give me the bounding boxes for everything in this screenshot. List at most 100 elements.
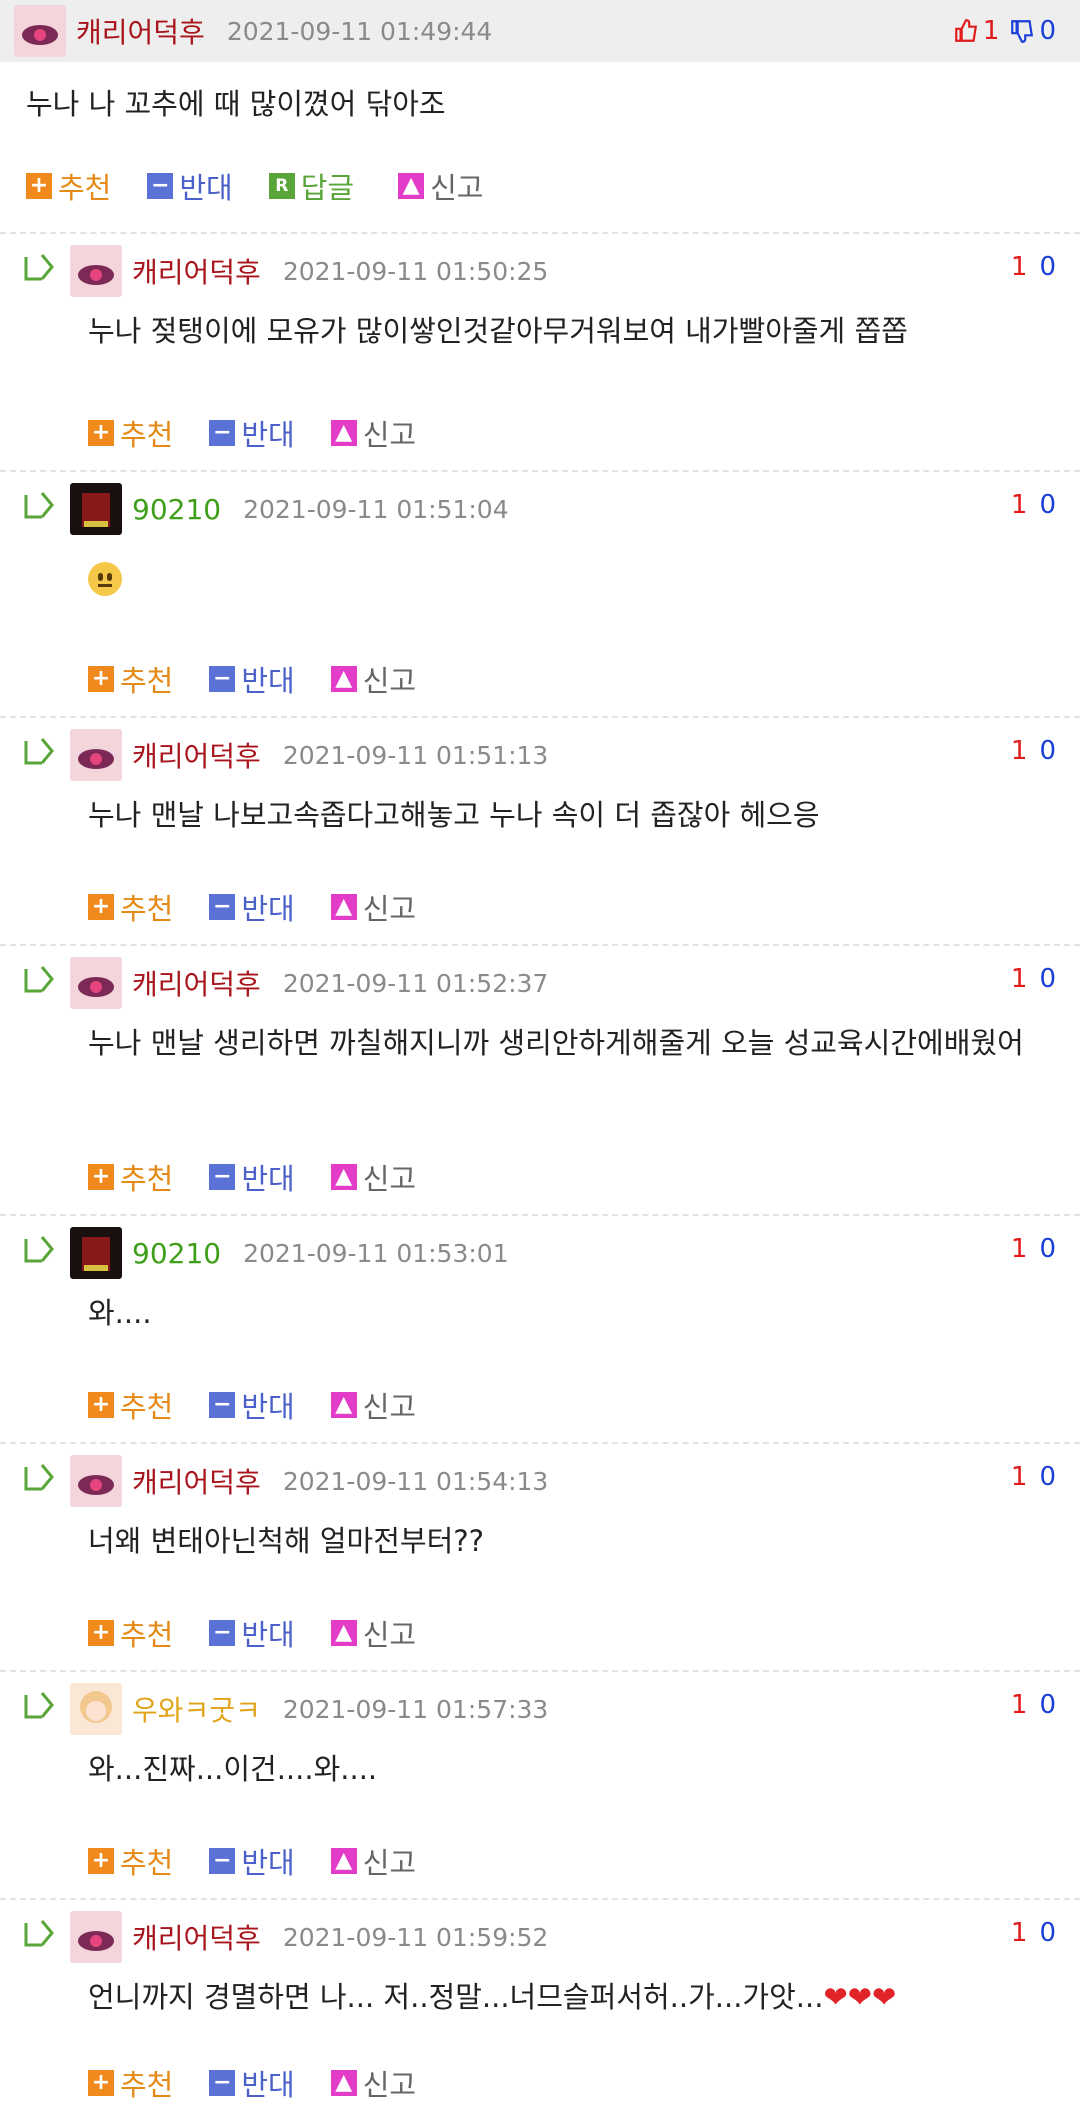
recommend-label: 추천: [120, 2068, 174, 2102]
thumbs-down-icon[interactable]: [1009, 18, 1035, 44]
comment-header: 캐리어덕후 2021-09-11 01:50:25 10: [0, 234, 1080, 308]
comment-up-count[interactable]: 1: [1011, 490, 1028, 520]
recommend-button[interactable]: + 추천: [88, 1156, 173, 1198]
comment-nickname[interactable]: 캐리어덕후: [132, 735, 261, 775]
comment-down-count[interactable]: 0: [1039, 1918, 1056, 1948]
oppose-label: 반대: [241, 664, 295, 698]
report-button[interactable]: ▲ 신고: [330, 1612, 416, 1654]
recommend-label: 추천: [120, 418, 174, 452]
avatar[interactable]: [70, 729, 122, 781]
report-button[interactable]: ▲ 신고: [330, 412, 417, 454]
comment-votes: 10: [1011, 490, 1056, 520]
avatar[interactable]: [70, 1911, 122, 1963]
report-button[interactable]: ▲ 신고: [330, 658, 417, 700]
oppose-button[interactable]: − 반대: [209, 2062, 295, 2104]
oppose-button[interactable]: − 반대: [209, 1612, 295, 1654]
report-label: 신고: [362, 892, 417, 926]
recommend-button[interactable]: + 추천: [88, 1384, 173, 1426]
comment-actions: + 추천 − 반대 ▲ 신고: [0, 1824, 1080, 1898]
comment-header: 캐리어덕후 2021-09-11 01:54:13 10: [0, 1444, 1080, 1518]
comment-up-count[interactable]: 1: [1011, 1690, 1028, 1720]
oppose-button[interactable]: − 반대: [209, 412, 295, 454]
report-label: 신고: [362, 664, 417, 698]
avatar[interactable]: [14, 5, 66, 57]
report-label: 신고: [362, 418, 417, 452]
oppose-button[interactable]: − 반대: [209, 886, 295, 928]
comment-nickname[interactable]: 캐리어덕후: [132, 251, 261, 291]
comment-date: 2021-09-11 01:52:37: [282, 968, 549, 998]
comment-down-count[interactable]: 0: [1039, 1462, 1056, 1492]
oppose-button[interactable]: − 반대: [147, 165, 233, 207]
report-button[interactable]: ▲ 신고: [330, 1840, 417, 1882]
reply-arrow-icon: [24, 492, 54, 519]
oppose-button[interactable]: − 반대: [209, 1384, 295, 1426]
comment-down-count[interactable]: 0: [1039, 490, 1056, 520]
report-button[interactable]: ▲ 신고: [398, 165, 484, 207]
report-label: 신고: [362, 1390, 417, 1424]
comment-text: 너왜 변태아닌척해 얼마전부터??: [88, 1524, 485, 1558]
oppose-button[interactable]: − 반대: [209, 658, 295, 700]
report-button[interactable]: ▲ 신고: [330, 886, 417, 928]
recommend-button[interactable]: + 추천: [88, 412, 173, 454]
comment-nickname[interactable]: 캐리어덕후: [132, 1917, 261, 1957]
recommend-label: 추천: [120, 1846, 174, 1880]
comment-nickname[interactable]: 90210: [132, 1237, 221, 1270]
comment-nickname[interactable]: 캐리어덕후: [132, 963, 261, 1003]
report-label: 신고: [362, 1846, 417, 1880]
comment-actions: + 추천 − 반대 ▲ 신고: [0, 1140, 1080, 1214]
comment-up-count[interactable]: 1: [1011, 1918, 1028, 1948]
comment-down-count[interactable]: 0: [1039, 252, 1056, 282]
post-header: 캐리어덕후 2021-09-11 01:49:44 1 0: [0, 0, 1080, 62]
comment-date: 2021-09-11 01:51:13: [282, 740, 549, 770]
comment-nickname[interactable]: 90210: [132, 493, 221, 526]
comment-up-count[interactable]: 1: [1011, 964, 1028, 994]
oppose-button[interactable]: − 반대: [209, 1156, 295, 1198]
recommend-button[interactable]: + 추천: [88, 658, 173, 700]
avatar[interactable]: [70, 1683, 122, 1735]
recommend-button[interactable]: + 추천: [88, 1840, 173, 1882]
siren-icon: ▲: [330, 2070, 357, 2096]
author-nickname[interactable]: 캐리어덕후: [76, 11, 205, 51]
recommend-button[interactable]: + 추천: [88, 886, 173, 928]
recommend-button[interactable]: + 추천: [88, 1612, 173, 1654]
comment-text: 언니까지 경멸하면 나... 저..정말...너므슬퍼서허..가...가앗...: [88, 1980, 824, 2014]
avatar[interactable]: [70, 957, 122, 1009]
report-button[interactable]: ▲ 신고: [330, 2062, 416, 2104]
comment-body: 와....: [0, 1290, 1080, 1368]
comment-body: 누나 맨날 생리하면 까칠해지니까 생리안하게해줄게 오늘 성교육시간에배웠어: [0, 1020, 1080, 1140]
avatar[interactable]: [70, 1227, 122, 1279]
reply-arrow-icon: [24, 1464, 54, 1491]
avatar[interactable]: [70, 483, 122, 535]
comment: 90210 2021-09-11 01:51:04 10 + 추천 − 반대 ▲ 신고: [0, 470, 1080, 716]
minus-icon: −: [209, 420, 236, 446]
comment-up-count[interactable]: 1: [1011, 1234, 1028, 1264]
plus-icon: +: [88, 1392, 114, 1418]
minus-icon: −: [209, 894, 236, 920]
avatar[interactable]: [70, 1455, 122, 1507]
oppose-button[interactable]: − 반대: [209, 1840, 295, 1882]
comment-down-count[interactable]: 0: [1039, 1690, 1056, 1720]
comment-up-count[interactable]: 1: [1011, 736, 1028, 766]
oppose-label: 반대: [241, 1390, 295, 1424]
recommend-label: 추천: [120, 892, 174, 926]
thumbs-up-icon[interactable]: [953, 18, 979, 44]
report-button[interactable]: ▲ 신고: [330, 1384, 417, 1426]
siren-icon: ▲: [330, 420, 357, 446]
reply-button[interactable]: R 답글: [268, 165, 354, 207]
comment-up-count[interactable]: 1: [1011, 1462, 1028, 1492]
comment-up-count[interactable]: 1: [1011, 252, 1028, 282]
recommend-button[interactable]: + 추천: [88, 2062, 173, 2104]
recommend-label: 추천: [120, 1390, 174, 1424]
comment-down-count[interactable]: 0: [1039, 964, 1056, 994]
recommend-label: 추천: [120, 1618, 174, 1652]
comment-down-count[interactable]: 0: [1039, 1234, 1056, 1264]
avatar[interactable]: [70, 245, 122, 297]
comment-nickname[interactable]: 캐리어덕후: [132, 1461, 261, 1501]
comment-votes: 10: [1011, 1234, 1056, 1264]
recommend-label: 추천: [120, 1162, 174, 1196]
comment-nickname[interactable]: 우와ㅋ굿ㅋ: [132, 1689, 261, 1729]
minus-icon: −: [209, 2070, 236, 2096]
comment-down-count[interactable]: 0: [1039, 736, 1056, 766]
report-button[interactable]: ▲ 신고: [330, 1156, 416, 1198]
recommend-button[interactable]: + 추천: [26, 165, 111, 207]
